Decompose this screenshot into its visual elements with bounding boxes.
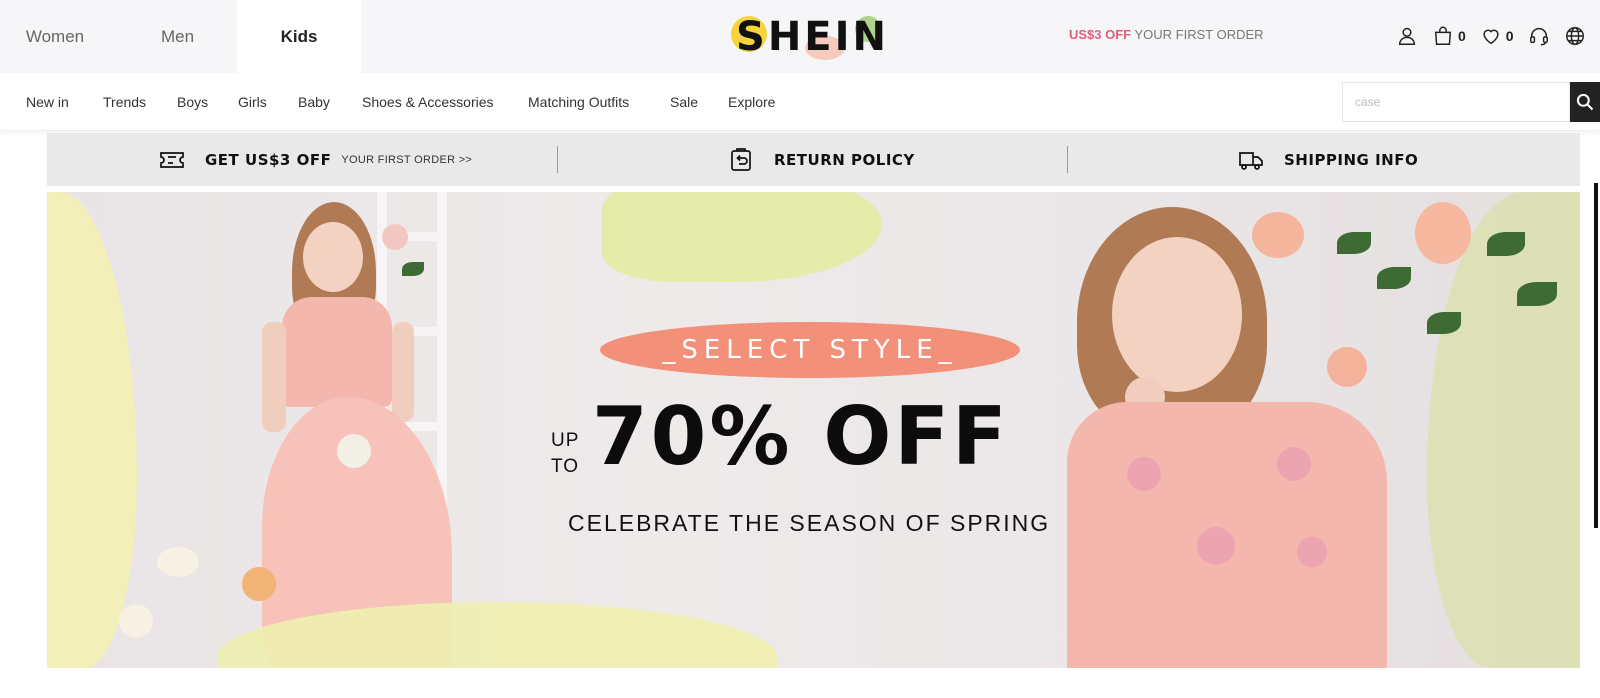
divider bbox=[557, 146, 558, 173]
decor-leaf bbox=[1487, 232, 1525, 256]
headset-icon bbox=[1529, 28, 1548, 46]
nav-item-baby[interactable]: Baby bbox=[298, 73, 330, 131]
banner-to: TO bbox=[551, 456, 580, 477]
search-button[interactable] bbox=[1570, 82, 1600, 122]
model-photo-left bbox=[242, 202, 502, 668]
decor-flowers bbox=[157, 547, 199, 577]
banner-up-to: UP TO bbox=[551, 428, 579, 480]
select-style-ribbon: _SELECT STYLE_ bbox=[600, 322, 1020, 378]
cart-count: 0 bbox=[1458, 28, 1466, 44]
bag-icon bbox=[1434, 26, 1452, 45]
coupon-icon bbox=[160, 151, 184, 168]
promo-text: YOUR FIRST ORDER bbox=[1134, 27, 1264, 42]
search-field[interactable] bbox=[1342, 82, 1570, 122]
shipping-info-link[interactable]: SHIPPING INFO bbox=[1238, 133, 1418, 186]
truck-icon bbox=[1239, 151, 1263, 170]
main-nav: New in Trends Boys Girls Baby Shoes & Ac… bbox=[0, 73, 1600, 131]
decor-leaf bbox=[1377, 267, 1411, 289]
shein-logo[interactable]: SHEIN bbox=[725, 10, 900, 62]
heart-icon bbox=[1483, 29, 1499, 45]
decor-roses bbox=[1252, 212, 1304, 258]
support-button[interactable] bbox=[1528, 25, 1550, 47]
nav-item-girls[interactable]: Girls bbox=[238, 73, 267, 131]
top-bar: Women Men Kids SHEIN US$3 OFF YOUR FIRST… bbox=[0, 0, 1600, 73]
nav-item-boys[interactable]: Boys bbox=[177, 73, 208, 131]
decor-flowers bbox=[242, 567, 276, 601]
banner-headline: 70% OFF bbox=[592, 390, 1010, 483]
logo-text: SHEIN bbox=[736, 14, 889, 60]
globe-icon bbox=[1565, 27, 1584, 45]
decor-leaf bbox=[1427, 312, 1461, 334]
cart-button[interactable]: 0 bbox=[1432, 25, 1466, 47]
return-policy-title: RETURN POLICY bbox=[774, 150, 915, 169]
hero-banner[interactable]: _SELECT STYLE_ UP TO 70% OFF CELEBRATE T… bbox=[47, 192, 1580, 668]
category-tab-kids[interactable]: Kids bbox=[237, 0, 361, 73]
decor-leaf bbox=[1517, 282, 1557, 306]
user-icon bbox=[1398, 27, 1416, 45]
shipping-info-title: SHIPPING INFO bbox=[1284, 150, 1419, 169]
divider bbox=[1067, 146, 1068, 173]
scroll-indicator[interactable] bbox=[1594, 183, 1598, 528]
offer-subtitle: YOUR FIRST ORDER >> bbox=[341, 153, 473, 166]
search-icon bbox=[1576, 93, 1594, 111]
banner-tagline: _SELECT STYLE_ bbox=[662, 335, 958, 365]
first-order-promo[interactable]: US$3 OFF YOUR FIRST ORDER bbox=[1069, 27, 1264, 42]
return-icon bbox=[731, 147, 751, 171]
nav-item-explore[interactable]: Explore bbox=[728, 73, 775, 131]
wishlist-count: 0 bbox=[1505, 28, 1514, 44]
decor-leaf bbox=[1337, 232, 1371, 254]
promo-accent: US$3 OFF bbox=[1069, 27, 1132, 42]
nav-item-matching-outfits[interactable]: Matching Outfits bbox=[528, 73, 629, 131]
header-icons: 0 0 bbox=[1396, 22, 1600, 50]
service-info-strip: GET US$3 OFF YOUR FIRST ORDER >> RETURN … bbox=[47, 133, 1580, 186]
banner-up: UP bbox=[551, 430, 580, 451]
return-policy-link[interactable]: RETURN POLICY bbox=[728, 133, 915, 186]
first-order-offer-link[interactable]: GET US$3 OFF YOUR FIRST ORDER >> bbox=[159, 133, 472, 186]
nav-item-shoes-accessories[interactable]: Shoes & Accessories bbox=[362, 73, 494, 131]
decor-flowers bbox=[119, 604, 153, 638]
nav-item-sale[interactable]: Sale bbox=[670, 73, 698, 131]
decor-roses bbox=[1415, 202, 1471, 264]
search-input[interactable] bbox=[1343, 83, 1569, 121]
wishlist-button[interactable]: 0 bbox=[1480, 25, 1514, 47]
category-tab-men[interactable]: Men bbox=[120, 0, 235, 73]
banner-subheadline: CELEBRATE THE SEASON OF SPRING bbox=[568, 510, 1051, 536]
nav-item-new-in[interactable]: New in bbox=[26, 73, 69, 131]
category-tab-women[interactable]: Women bbox=[0, 0, 110, 73]
model-photo-right bbox=[1047, 197, 1407, 668]
language-button[interactable] bbox=[1564, 25, 1586, 47]
nav-item-trends[interactable]: Trends bbox=[103, 73, 146, 131]
offer-title: GET US$3 OFF bbox=[205, 150, 332, 169]
account-button[interactable] bbox=[1396, 25, 1418, 47]
decor-roses bbox=[1327, 347, 1367, 387]
